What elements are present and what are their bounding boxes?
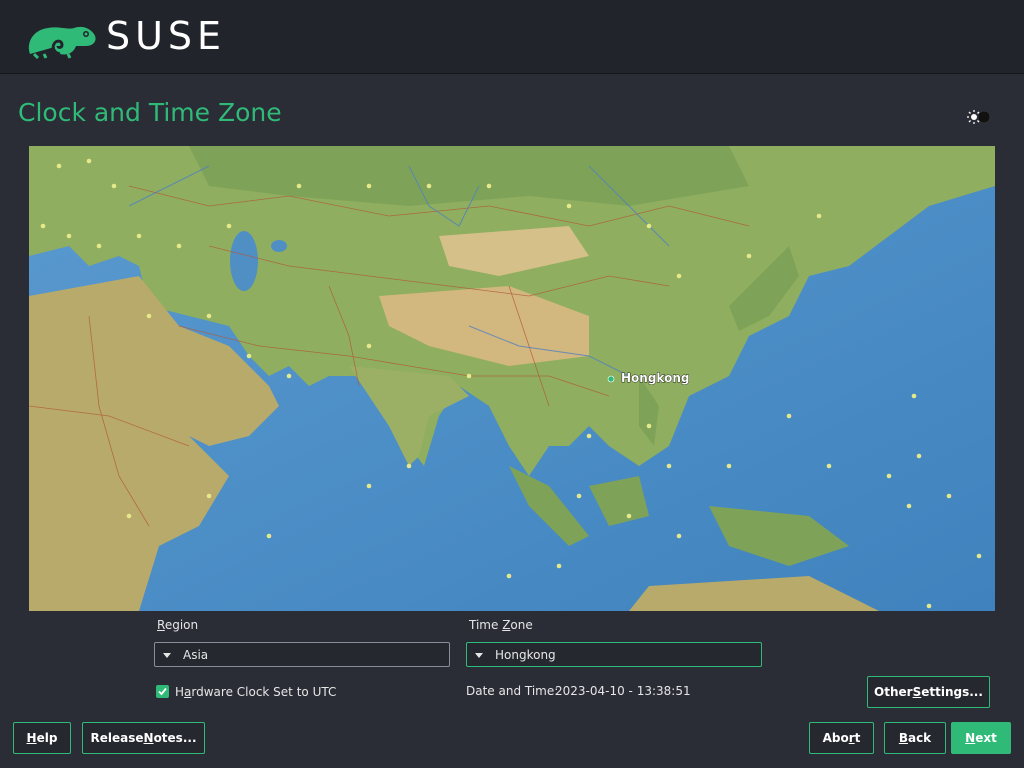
sun-moon-icon[interactable] xyxy=(966,108,992,126)
timezone-value: Hongkong xyxy=(495,648,556,662)
chevron-down-icon xyxy=(163,653,171,658)
abort-button[interactable]: Abo r t xyxy=(809,722,874,754)
release-notes-button[interactable]: Release Notes... xyxy=(82,722,205,754)
region-select[interactable]: Asia xyxy=(154,642,450,667)
region-label: Region xyxy=(157,618,199,632)
datetime-value: 2023-04-10 - 13:38:51 xyxy=(555,684,691,698)
selected-city-label: Hongkong xyxy=(621,371,689,385)
timezone-label: Time Zone xyxy=(469,618,533,632)
timezone-map[interactable]: Hongkong xyxy=(29,146,995,611)
help-button[interactable]: Help xyxy=(13,722,71,754)
other-settings-button[interactable]: Other Settings... xyxy=(867,676,990,708)
checkmark-icon xyxy=(158,687,167,696)
timezone-select[interactable]: Hongkong xyxy=(466,642,762,667)
back-button[interactable]: Back xyxy=(884,722,946,754)
region-value: Asia xyxy=(183,648,209,662)
selected-city-marker[interactable] xyxy=(607,375,615,383)
datetime-label: Date and Time: xyxy=(466,684,559,698)
next-button[interactable]: Next xyxy=(951,722,1011,754)
chevron-down-icon xyxy=(475,653,483,658)
page-title: Clock and Time Zone xyxy=(18,98,282,127)
top-bar: SUSE xyxy=(0,0,1024,74)
hardware-clock-label[interactable]: Hardware Clock Set to UTC xyxy=(175,685,336,699)
brand-name: SUSE xyxy=(106,14,227,58)
hardware-clock-checkbox[interactable] xyxy=(156,685,169,698)
suse-chameleon-icon xyxy=(28,26,96,60)
